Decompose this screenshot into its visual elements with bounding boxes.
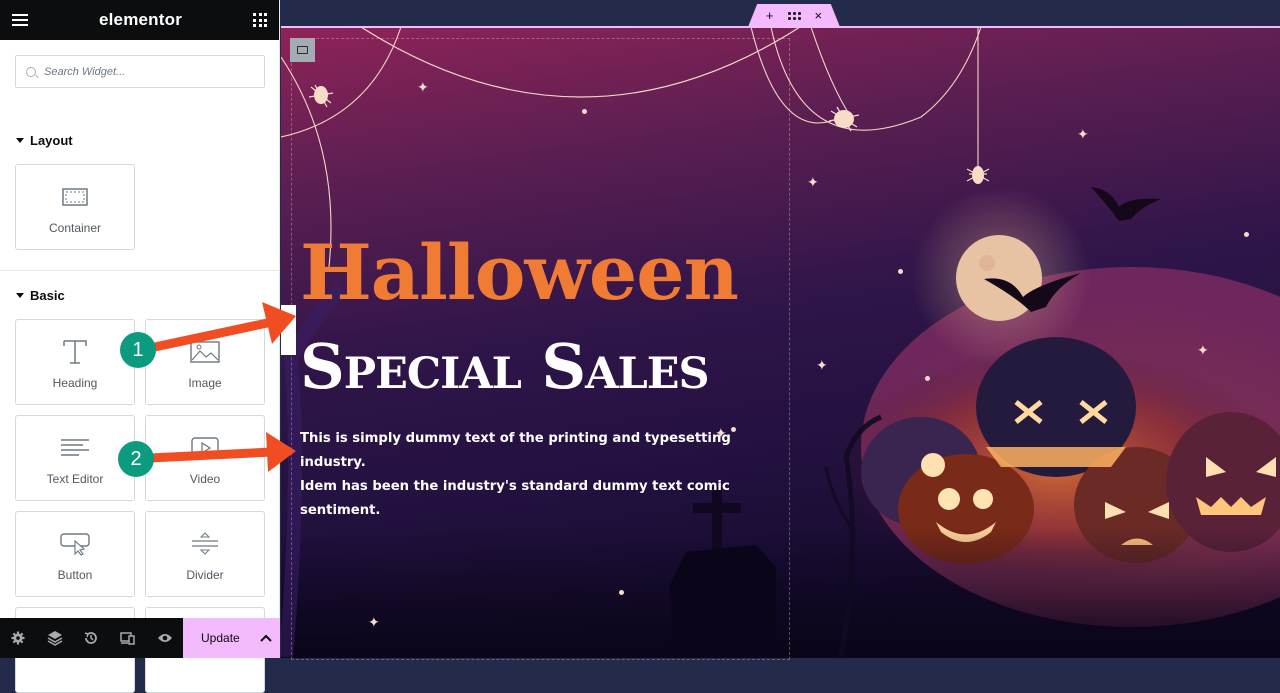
sparkle-icon: ✦	[807, 174, 819, 190]
widget-panel: elementor Layout Container Basic Heading…	[0, 0, 280, 693]
widget-label: Text Editor	[46, 472, 104, 486]
chevron-up-icon[interactable]	[260, 634, 272, 642]
menu-icon[interactable]	[12, 14, 28, 26]
search-widget-field[interactable]	[15, 55, 265, 88]
text-editor-icon	[61, 434, 89, 462]
widget-label: Container	[48, 221, 102, 235]
widget-heading[interactable]: Heading	[15, 319, 135, 405]
bat-icon	[1091, 187, 1161, 221]
widget-label: Image	[188, 376, 222, 390]
image-icon	[190, 338, 220, 366]
section-handle[interactable]: + ×	[748, 4, 840, 27]
elementor-logo: elementor	[98, 10, 183, 29]
responsive-icon[interactable]	[110, 631, 147, 645]
layers-icon[interactable]	[37, 630, 74, 646]
add-section-icon[interactable]: +	[766, 8, 774, 23]
section-layout-toggle[interactable]: Layout	[16, 133, 73, 148]
container-icon	[297, 46, 308, 54]
widget-label: Heading	[52, 376, 98, 390]
body-line: This is simply dummy text of the printin…	[300, 431, 731, 470]
update-label: Update	[201, 631, 240, 645]
widget-button[interactable]: Button	[15, 511, 135, 597]
button-icon	[60, 530, 90, 558]
drag-handle-icon[interactable]	[787, 11, 801, 20]
sparkle-icon: ✦	[816, 357, 828, 373]
panel-collapse-tab[interactable]	[281, 305, 296, 355]
widget-label: Divider	[186, 568, 224, 582]
section-divider	[0, 270, 280, 271]
divider-icon	[191, 530, 219, 558]
widget-label: Button	[57, 568, 93, 582]
widget-label: Video	[189, 472, 221, 486]
section-title: Basic	[30, 288, 65, 303]
panel-footer: Update	[0, 618, 280, 658]
panel-header: elementor	[0, 0, 279, 40]
section-title: Layout	[30, 133, 73, 148]
edit-container-button[interactable]	[290, 38, 315, 62]
star-dot	[898, 269, 903, 274]
star-dot	[1244, 232, 1249, 237]
body-line: Idem has been the industry's standard du…	[300, 479, 730, 518]
preview-icon[interactable]	[146, 632, 183, 644]
annotation-badge-2: 2	[118, 441, 154, 477]
container-icon	[62, 183, 88, 211]
heading-special-sales[interactable]: Special Sales	[300, 330, 710, 403]
spider-icon	[966, 166, 990, 184]
heading-icon	[62, 338, 88, 366]
widgets-grid-icon[interactable]	[253, 13, 267, 27]
widget-container[interactable]: Container	[15, 164, 135, 250]
video-icon	[191, 434, 219, 462]
caret-down-icon	[16, 293, 24, 298]
widget-video[interactable]: Video	[145, 415, 265, 501]
text-editor-content[interactable]: This is simply dummy text of the printin…	[300, 427, 780, 523]
sparkle-icon: ✦	[1197, 342, 1209, 358]
annotation-badge-1: 1	[120, 332, 156, 368]
section-basic-toggle[interactable]: Basic	[16, 288, 65, 303]
widget-text-editor[interactable]: Text Editor	[15, 415, 135, 501]
sparkle-icon: ✦	[1077, 126, 1089, 142]
spider-icon	[828, 106, 860, 132]
heading-halloween[interactable]: Halloween	[300, 228, 739, 317]
update-button[interactable]: Update	[183, 618, 280, 658]
delete-section-icon[interactable]: ×	[815, 8, 823, 23]
widget-image[interactable]: Image	[145, 319, 265, 405]
star-dot	[925, 376, 930, 381]
caret-down-icon	[16, 138, 24, 143]
history-icon[interactable]	[73, 631, 110, 645]
settings-icon[interactable]	[0, 631, 37, 645]
widget-divider[interactable]: Divider	[145, 511, 265, 597]
search-icon	[26, 66, 36, 77]
search-input[interactable]	[44, 65, 244, 78]
